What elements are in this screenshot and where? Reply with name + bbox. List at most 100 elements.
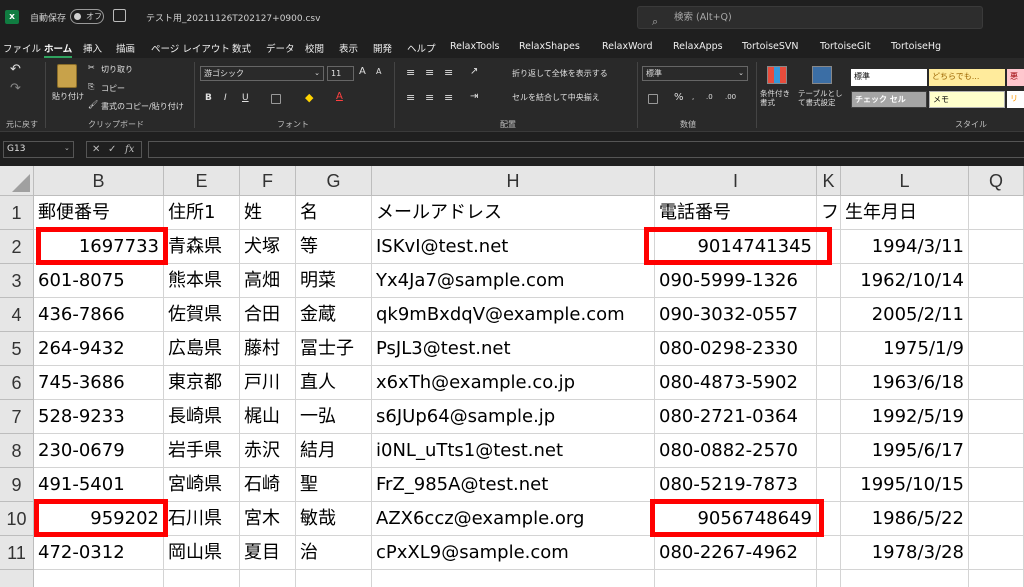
percent-button[interactable]: % xyxy=(674,92,684,103)
search-box[interactable]: ⌕ 検索 (Alt+Q) xyxy=(637,6,983,29)
cell-q10[interactable] xyxy=(969,502,1024,536)
cell-i8[interactable]: 080-0882-2570 xyxy=(655,434,817,468)
cell-b7[interactable]: 528-9233 xyxy=(34,400,164,434)
cell-f12[interactable] xyxy=(240,570,296,587)
merge-center-button[interactable]: セルを結合して中央揃え xyxy=(512,92,600,103)
cell-l3[interactable]: 1962/10/14 xyxy=(841,264,969,298)
align-bottom-icon[interactable]: ≡ xyxy=(444,66,453,79)
cell-b12[interactable] xyxy=(34,570,164,587)
cell-i5[interactable]: 080-0298-2330 xyxy=(655,332,817,366)
cell-k7[interactable] xyxy=(817,400,841,434)
insert-function-button[interactable]: fx xyxy=(125,142,134,157)
font-name-select[interactable]: 游ゴシック ⌄ xyxy=(200,66,324,81)
comma-style-icon[interactable]: , xyxy=(692,93,694,101)
cell-k8[interactable] xyxy=(817,434,841,468)
cell-g9[interactable]: 聖 xyxy=(296,468,372,502)
cell-e5[interactable]: 広島県 xyxy=(164,332,240,366)
row-header[interactable] xyxy=(0,570,34,587)
cell-e10[interactable]: 石川県 xyxy=(164,502,240,536)
enter-icon[interactable]: ✓ xyxy=(108,142,116,157)
column-header-l[interactable]: L xyxy=(841,166,969,196)
cell-b6[interactable]: 745-3686 xyxy=(34,366,164,400)
cell-q7[interactable] xyxy=(969,400,1024,434)
cell-h1[interactable]: メールアドレス xyxy=(372,196,655,230)
cell-b5[interactable]: 264-9432 xyxy=(34,332,164,366)
cell-l1[interactable]: 生年月日 xyxy=(841,196,969,230)
cell-g1[interactable]: 名 xyxy=(296,196,372,230)
font-size-select[interactable]: 11 xyxy=(327,66,354,81)
cell-g8[interactable]: 結月 xyxy=(296,434,372,468)
cell-h4[interactable]: qk9mBxdqV@example.com xyxy=(372,298,655,332)
cell-i6[interactable]: 080-4873-5902 xyxy=(655,366,817,400)
cell-b3[interactable]: 601-8075 xyxy=(34,264,164,298)
cell-g3[interactable]: 明菜 xyxy=(296,264,372,298)
cell-e9[interactable]: 宮崎県 xyxy=(164,468,240,502)
cell-h9[interactable]: FrZ_985A@test.net xyxy=(372,468,655,502)
cell-g5[interactable]: 冨士子 xyxy=(296,332,372,366)
row-header[interactable]: 11 xyxy=(0,536,34,570)
copy-icon[interactable]: ⎘ xyxy=(88,82,94,92)
cell-f11[interactable]: 夏目 xyxy=(240,536,296,570)
cell-f3[interactable]: 高畑 xyxy=(240,264,296,298)
cell-l2[interactable]: 1994/3/11 xyxy=(841,230,969,264)
cell-q11[interactable] xyxy=(969,536,1024,570)
row-header[interactable]: 6 xyxy=(0,366,34,400)
bold-button[interactable]: B xyxy=(205,93,212,103)
cell-i1[interactable]: 電話番号 xyxy=(655,196,817,230)
indent-icon[interactable]: ⇥ xyxy=(470,91,478,102)
number-format-select[interactable]: 標準 ⌄ xyxy=(642,66,748,81)
cell-b1[interactable]: 郵便番号 xyxy=(34,196,164,230)
cell-k6[interactable] xyxy=(817,366,841,400)
cell-l8[interactable]: 1995/6/17 xyxy=(841,434,969,468)
cut-icon[interactable]: ✂ xyxy=(88,63,95,72)
row-header[interactable]: 10 xyxy=(0,502,34,536)
cell-h6[interactable]: x6xTh@example.co.jp xyxy=(372,366,655,400)
cell-h7[interactable]: s6JUp64@sample.jp xyxy=(372,400,655,434)
cell-e6[interactable]: 東京都 xyxy=(164,366,240,400)
row-header[interactable]: 1 xyxy=(0,196,34,230)
row-header[interactable]: 9 xyxy=(0,468,34,502)
cell-q4[interactable] xyxy=(969,298,1024,332)
cell-g10[interactable]: 敏哉 xyxy=(296,502,372,536)
cell-h10[interactable]: AZX6ccz@example.org xyxy=(372,502,655,536)
column-header-k[interactable]: K xyxy=(817,166,841,196)
tab-home[interactable]: ホーム xyxy=(44,41,73,58)
tab-review[interactable]: 校閲 xyxy=(305,41,324,55)
cell-k11[interactable] xyxy=(817,536,841,570)
cell-e7[interactable]: 長崎県 xyxy=(164,400,240,434)
cell-f5[interactable]: 藤村 xyxy=(240,332,296,366)
column-header-h[interactable]: H xyxy=(372,166,655,196)
cell-f8[interactable]: 赤沢 xyxy=(240,434,296,468)
tab-tortoisesvn[interactable]: TortoiseSVN xyxy=(742,41,799,52)
cell-h12[interactable] xyxy=(372,570,655,587)
row-header[interactable]: 7 xyxy=(0,400,34,434)
cell-l5[interactable]: 1975/1/9 xyxy=(841,332,969,366)
cell-l10[interactable]: 1986/5/22 xyxy=(841,502,969,536)
cell-i9[interactable]: 080-5219-7873 xyxy=(655,468,817,502)
cell-l12[interactable] xyxy=(841,570,969,587)
cell-k4[interactable] xyxy=(817,298,841,332)
cell-l4[interactable]: 2005/2/11 xyxy=(841,298,969,332)
cell-i7[interactable]: 080-2721-0364 xyxy=(655,400,817,434)
align-top-icon[interactable]: ≡ xyxy=(406,66,415,79)
column-header-i[interactable]: I xyxy=(655,166,817,196)
cell-h2[interactable]: ISKvI@test.net xyxy=(372,230,655,264)
cell-e4[interactable]: 佐賀県 xyxy=(164,298,240,332)
tab-relaxtools[interactable]: RelaxTools xyxy=(450,41,500,52)
underline-button[interactable]: U xyxy=(242,93,249,103)
borders-icon[interactable] xyxy=(271,94,281,104)
tab-relaxshapes[interactable]: RelaxShapes xyxy=(519,41,580,52)
cell-b8[interactable]: 230-0679 xyxy=(34,434,164,468)
cell-e3[interactable]: 熊本県 xyxy=(164,264,240,298)
formula-input[interactable] xyxy=(148,141,1024,158)
style-linked-cell[interactable]: リ xyxy=(1007,91,1024,108)
cell-f7[interactable]: 梶山 xyxy=(240,400,296,434)
cell-e8[interactable]: 岩手県 xyxy=(164,434,240,468)
column-header-q[interactable]: Q xyxy=(969,166,1024,196)
cell-q2[interactable] xyxy=(969,230,1024,264)
cell-f10[interactable]: 宮木 xyxy=(240,502,296,536)
cell-i4[interactable]: 090-3032-0557 xyxy=(655,298,817,332)
cell-g4[interactable]: 金蔵 xyxy=(296,298,372,332)
cell-g11[interactable]: 治 xyxy=(296,536,372,570)
cell-l11[interactable]: 1978/3/28 xyxy=(841,536,969,570)
